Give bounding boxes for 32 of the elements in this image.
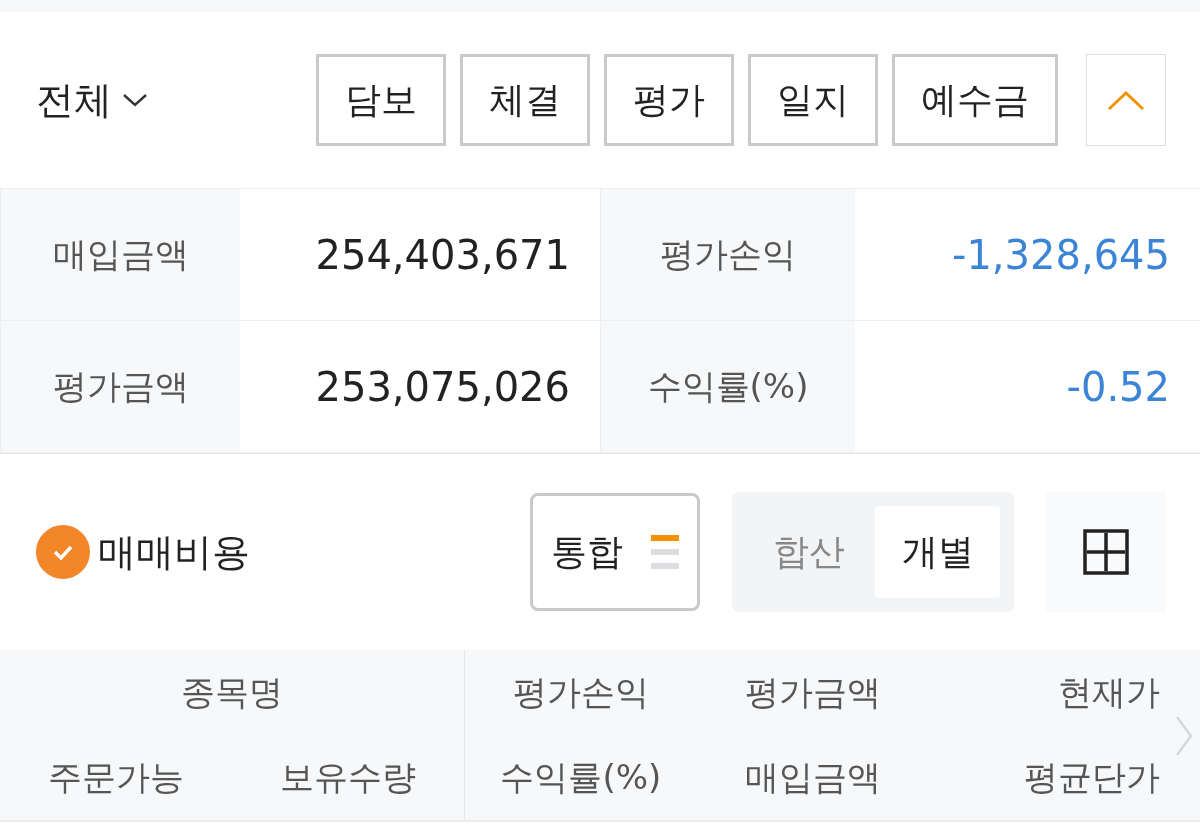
chevron-down-icon bbox=[122, 92, 148, 108]
add-icon bbox=[1082, 528, 1130, 576]
checkbox-label: 매매비용 bbox=[98, 528, 250, 576]
column-header: 종목명 bbox=[180, 670, 284, 714]
summary-label: 수익률(%) bbox=[600, 321, 855, 453]
column-header: 평균단가 bbox=[1023, 755, 1160, 799]
view-mode-button[interactable]: 통합 bbox=[530, 493, 700, 611]
column-header: 평가금액 bbox=[743, 670, 882, 714]
tab-button[interactable]: 담보 bbox=[316, 54, 446, 146]
summary-label: 평가금액 bbox=[0, 321, 240, 453]
column-header: 주문가능 bbox=[47, 755, 185, 799]
chevron-up-icon bbox=[1106, 88, 1146, 112]
column-header: 현재가 bbox=[1057, 670, 1160, 714]
column-header: 보유수량 bbox=[279, 755, 417, 799]
summary-label: 평가손익 bbox=[600, 189, 855, 321]
summary-value: -0.52 bbox=[855, 321, 1200, 453]
tab-button[interactable]: 평가 bbox=[604, 54, 734, 146]
tab-button[interactable]: 체결 bbox=[460, 54, 590, 146]
column-header: 매입금액 bbox=[743, 755, 882, 799]
tab-button[interactable]: 일지 bbox=[748, 54, 878, 146]
account-filter-dropdown[interactable]: 전체 bbox=[36, 74, 148, 126]
summary-value: -1,328,645 bbox=[855, 189, 1200, 321]
add-button[interactable] bbox=[1046, 492, 1166, 612]
segment-option[interactable]: 개별 bbox=[875, 506, 1000, 598]
collapse-button[interactable] bbox=[1086, 54, 1166, 146]
chevron-right-icon[interactable] bbox=[1174, 714, 1194, 758]
column-header: 평가손익 bbox=[511, 670, 650, 714]
list-icon bbox=[651, 535, 679, 569]
tab-button[interactable]: 예수금 bbox=[892, 54, 1058, 146]
summary-label: 매입금액 bbox=[0, 189, 240, 321]
checkbox[interactable] bbox=[36, 525, 90, 579]
column-header: 수익률(%) bbox=[499, 755, 663, 799]
